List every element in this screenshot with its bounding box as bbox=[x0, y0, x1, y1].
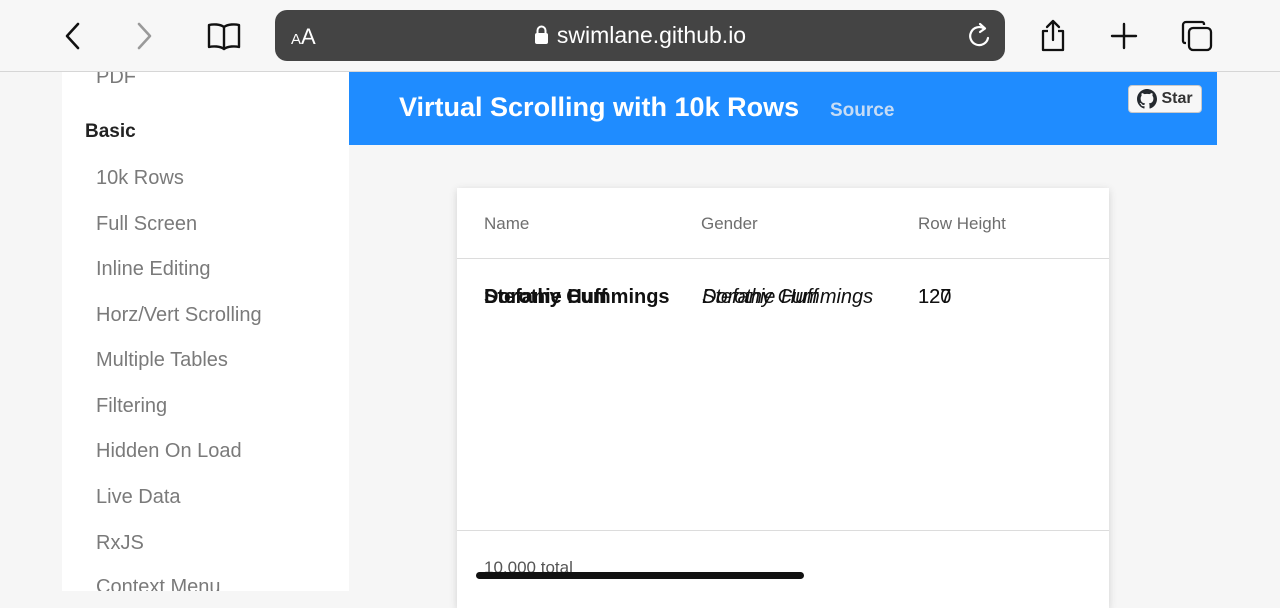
page-header: Virtual Scrolling with 10k Rows Source S… bbox=[349, 72, 1217, 145]
sidebar-item-rxjs[interactable]: RxJS bbox=[96, 532, 144, 555]
column-header-row-height[interactable]: Row Height bbox=[918, 214, 1006, 234]
tabs-icon bbox=[1181, 20, 1213, 52]
share-icon bbox=[1041, 19, 1065, 52]
datatable: Name Gender Row Height Stefanie Huff Dor… bbox=[457, 188, 1109, 608]
back-button[interactable] bbox=[51, 14, 95, 58]
home-indicator bbox=[476, 572, 804, 579]
reload-icon bbox=[969, 22, 990, 47]
page-title: Virtual Scrolling with 10k Rows bbox=[399, 92, 800, 122]
sidebar-item-horz-vert-scrolling[interactable]: Horz/Vert Scrolling bbox=[96, 304, 262, 327]
sidebar: PDF Basic 10k Rows Full Screen Inline Ed… bbox=[62, 72, 349, 591]
sidebar-item-context-menu[interactable]: Context Menu bbox=[96, 576, 221, 591]
lock-icon bbox=[534, 25, 548, 44]
address-bar[interactable]: AA swimlane.github.io bbox=[275, 10, 1005, 61]
table-row-cell-gender[interactable]: Stefanie Huff Dorothy Cummings bbox=[702, 286, 892, 312]
sidebar-section-basic: Basic bbox=[85, 121, 136, 142]
github-icon bbox=[1137, 89, 1158, 109]
plus-icon bbox=[1110, 22, 1138, 50]
sidebar-item-10k-rows[interactable]: 10k Rows bbox=[96, 167, 184, 190]
reload-button[interactable] bbox=[967, 22, 993, 55]
chevron-left-icon bbox=[65, 22, 80, 50]
sidebar-item-filtering[interactable]: Filtering bbox=[96, 395, 167, 418]
browser-toolbar: AA swimlane.github.io bbox=[0, 0, 1280, 72]
sidebar-item-hidden-on-load[interactable]: Hidden On Load bbox=[96, 440, 242, 463]
github-star-button[interactable]: Star bbox=[1128, 85, 1202, 113]
header-divider bbox=[457, 258, 1109, 259]
url-text: swimlane.github.io bbox=[556, 22, 747, 48]
sidebar-item-full-screen[interactable]: Full Screen bbox=[96, 213, 197, 236]
book-icon bbox=[207, 23, 241, 51]
bookmarks-button[interactable] bbox=[202, 14, 246, 58]
table-row-cell-row-height[interactable]: 127 120 bbox=[918, 286, 978, 312]
sidebar-item-live-data[interactable]: Live Data bbox=[96, 486, 181, 509]
new-tab-button[interactable] bbox=[1102, 14, 1146, 58]
column-header-gender[interactable]: Gender bbox=[701, 214, 758, 234]
sidebar-item-inline-editing[interactable]: Inline Editing bbox=[96, 258, 211, 281]
column-header-name[interactable]: Name bbox=[484, 214, 529, 234]
forward-button[interactable] bbox=[122, 14, 166, 58]
footer-divider bbox=[457, 530, 1109, 531]
chevron-right-icon bbox=[137, 22, 152, 50]
share-button[interactable] bbox=[1031, 14, 1075, 58]
sidebar-item-pdf[interactable]: PDF bbox=[96, 72, 136, 89]
table-row-cell-name[interactable]: Stefanie Huff Dorothy Cummings bbox=[484, 286, 684, 312]
tabs-button[interactable] bbox=[1175, 14, 1219, 58]
source-link[interactable]: Source bbox=[830, 100, 894, 122]
sidebar-item-multiple-tables[interactable]: Multiple Tables bbox=[96, 349, 228, 372]
